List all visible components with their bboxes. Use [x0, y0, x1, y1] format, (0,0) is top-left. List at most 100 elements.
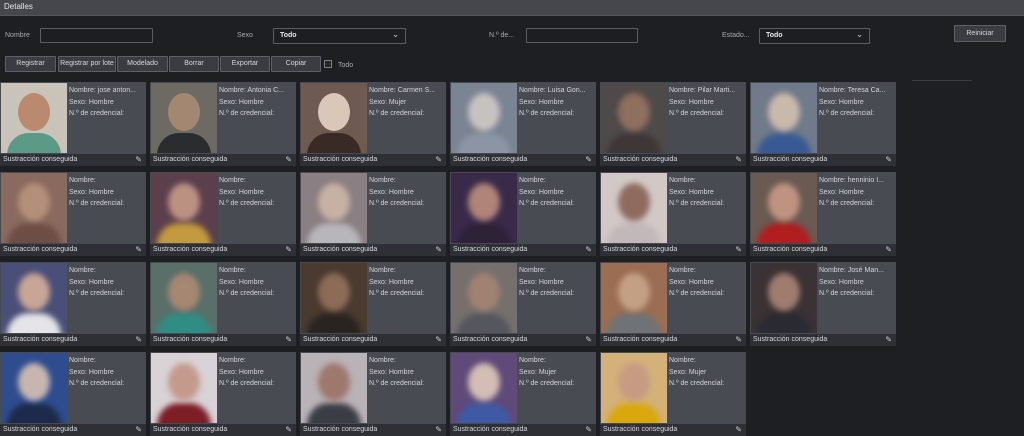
person-name: Nombre:: [69, 267, 96, 274]
edit-pencil-icon[interactable]: ✎: [585, 244, 592, 256]
person-name: Nombre: henninio I...: [819, 177, 884, 184]
edit-pencil-icon[interactable]: ✎: [135, 154, 142, 166]
edit-pencil-icon[interactable]: ✎: [885, 334, 892, 346]
person-sex: Sexo: Hombre: [369, 368, 414, 376]
person-card[interactable]: Nombre: henninio I... Sexo: Hombre N.º de …: [750, 172, 896, 256]
state-filter-select[interactable]: Todo ⌄: [759, 28, 870, 44]
face-photo: [301, 83, 367, 153]
name-filter-label: Nombre: [5, 32, 30, 39]
export-button[interactable]: Exportar: [220, 56, 270, 72]
scroll-indicator[interactable]: [912, 80, 972, 81]
status-text: Sustracción conseguida: [153, 246, 228, 253]
reset-button[interactable]: Reiniciar: [954, 25, 1006, 42]
person-sex: Sexo: Hombre: [69, 98, 114, 106]
edit-pencil-icon[interactable]: ✎: [135, 244, 142, 256]
person-credential: N.º de credencial:: [819, 200, 875, 207]
person-name: Nombre:: [219, 177, 246, 184]
edit-pencil-icon[interactable]: ✎: [285, 424, 292, 436]
person-credential: N.º de credencial:: [519, 110, 575, 117]
face-photo: [151, 353, 217, 423]
person-info: Nombre: José Man... Sexo: Hombre N.º de cr…: [819, 265, 895, 300]
name-filter-input[interactable]: [40, 28, 153, 43]
person-info: Nombre: Antonia C... Sexo: Hombre N.º de c…: [219, 85, 295, 120]
edit-pencil-icon[interactable]: ✎: [585, 424, 592, 436]
card-status-bar: Sustracción conseguida ✎: [300, 154, 446, 166]
person-card[interactable]: Nombre: Sexo: Hombre N.º de credencial: Sus…: [600, 262, 746, 346]
person-card[interactable]: Nombre: Pilar Marti... Sexo: Hombre N.º de…: [600, 82, 746, 166]
person-card[interactable]: Nombre: Sexo: Hombre N.º de credencial: Sus…: [0, 172, 146, 256]
edit-pencil-icon[interactable]: ✎: [285, 244, 292, 256]
person-card[interactable]: Nombre: Sexo: Hombre N.º de credencial: Sus…: [150, 172, 296, 256]
person-info: Nombre: Sexo: Hombre N.º de credencial:: [519, 265, 595, 300]
status-text: Sustracción conseguida: [303, 426, 378, 433]
person-card[interactable]: Nombre: Sexo: Mujer N.º de credencial: Sust…: [600, 352, 746, 436]
credential-filter-input[interactable]: [526, 28, 638, 43]
person-card[interactable]: Nombre: Teresa Ca... Sexo: Hombre N.º de c…: [750, 82, 896, 166]
person-credential: N.º de credencial:: [69, 110, 125, 117]
person-info: Nombre: Sexo: Hombre N.º de credencial:: [219, 175, 295, 210]
edit-pencil-icon[interactable]: ✎: [585, 154, 592, 166]
edit-pencil-icon[interactable]: ✎: [885, 154, 892, 166]
person-card[interactable]: Nombre: Sexo: Mujer N.º de credencial: Sust…: [450, 352, 596, 436]
person-name: Nombre:: [69, 357, 96, 364]
edit-pencil-icon[interactable]: ✎: [585, 334, 592, 346]
edit-pencil-icon[interactable]: ✎: [435, 424, 442, 436]
person-card[interactable]: Nombre: José Man... Sexo: Hombre N.º de cr…: [750, 262, 896, 346]
card-status-bar: Sustracción conseguida ✎: [0, 154, 146, 166]
edit-pencil-icon[interactable]: ✎: [735, 154, 742, 166]
status-text: Sustracción conseguida: [603, 156, 678, 163]
modeling-button[interactable]: Modelado: [117, 56, 168, 72]
select-all-label: Todo: [338, 62, 354, 69]
person-credential: N.º de credencial:: [519, 290, 575, 297]
edit-pencil-icon[interactable]: ✎: [135, 424, 142, 436]
person-card[interactable]: Nombre: Sexo: Hombre N.º de credencial: Sus…: [300, 262, 446, 346]
person-sex: Sexo: Hombre: [219, 98, 264, 106]
person-card[interactable]: Nombre: Sexo: Hombre N.º de credencial: Sus…: [0, 262, 146, 346]
edit-pencil-icon[interactable]: ✎: [735, 424, 742, 436]
person-card[interactable]: Nombre: Luisa Gon... Sexo: Hombre N.º de c…: [450, 82, 596, 166]
delete-button[interactable]: Borrar: [169, 56, 219, 72]
card-status-bar: Sustracción conseguida ✎: [450, 154, 596, 166]
edit-pencil-icon[interactable]: ✎: [735, 244, 742, 256]
status-text: Sustracción conseguida: [753, 156, 828, 163]
card-status-bar: Sustracción conseguida ✎: [300, 244, 446, 256]
person-card[interactable]: Nombre: Sexo: Hombre N.º de credencial: Sus…: [300, 352, 446, 436]
window-title-bar: Detalles: [0, 0, 1024, 16]
person-card[interactable]: Nombre: Antonia C... Sexo: Hombre N.º de c…: [150, 82, 296, 166]
person-sex: Sexo: Hombre: [519, 98, 564, 106]
card-status-bar: Sustracción conseguida ✎: [750, 244, 896, 256]
status-text: Sustracción conseguida: [3, 246, 78, 253]
edit-pencil-icon[interactable]: ✎: [285, 334, 292, 346]
face-photo: [1, 353, 67, 423]
edit-pencil-icon[interactable]: ✎: [435, 244, 442, 256]
status-text: Sustracción conseguida: [453, 426, 528, 433]
person-sex: Sexo: Hombre: [69, 188, 114, 196]
person-card[interactable]: Nombre: jose anton... Sexo: Hombre N.º de …: [0, 82, 146, 166]
person-name: Nombre:: [519, 177, 546, 184]
person-card[interactable]: Nombre: Sexo: Hombre N.º de credencial: Sus…: [150, 352, 296, 436]
edit-pencil-icon[interactable]: ✎: [885, 244, 892, 256]
person-card[interactable]: Nombre: Sexo: Hombre N.º de credencial: Sus…: [0, 352, 146, 436]
card-status-bar: Sustracción conseguida ✎: [450, 334, 596, 346]
batch-register-button[interactable]: Registrar por lote: [58, 56, 116, 72]
person-card[interactable]: Nombre: Carmen S... Sexo: Mujer N.º de cre…: [300, 82, 446, 166]
person-card[interactable]: Nombre: Sexo: Hombre N.º de credencial: Sus…: [450, 172, 596, 256]
edit-pencil-icon[interactable]: ✎: [735, 334, 742, 346]
person-sex: Sexo: Hombre: [669, 98, 714, 106]
copy-button[interactable]: Copiar: [271, 56, 321, 72]
person-name: Nombre: Carmen S...: [369, 87, 436, 94]
edit-pencil-icon[interactable]: ✎: [435, 154, 442, 166]
face-photo: [151, 83, 217, 153]
card-status-bar: Sustracción conseguida ✎: [600, 334, 746, 346]
sex-filter-select[interactable]: Todo ⌄: [273, 28, 406, 44]
register-button[interactable]: Registrar: [5, 56, 56, 72]
edit-pencil-icon[interactable]: ✎: [135, 334, 142, 346]
person-card[interactable]: Nombre: Sexo: Hombre N.º de credencial: Sus…: [300, 172, 446, 256]
face-photo: [751, 173, 817, 243]
person-card[interactable]: Nombre: Sexo: Hombre N.º de credencial: Sus…: [150, 262, 296, 346]
edit-pencil-icon[interactable]: ✎: [435, 334, 442, 346]
edit-pencil-icon[interactable]: ✎: [285, 154, 292, 166]
select-all-checkbox[interactable]: [324, 60, 332, 68]
person-card[interactable]: Nombre: Sexo: Hombre N.º de credencial: Sus…: [600, 172, 746, 256]
person-card[interactable]: Nombre: Sexo: Hombre N.º de credencial: Sus…: [450, 262, 596, 346]
